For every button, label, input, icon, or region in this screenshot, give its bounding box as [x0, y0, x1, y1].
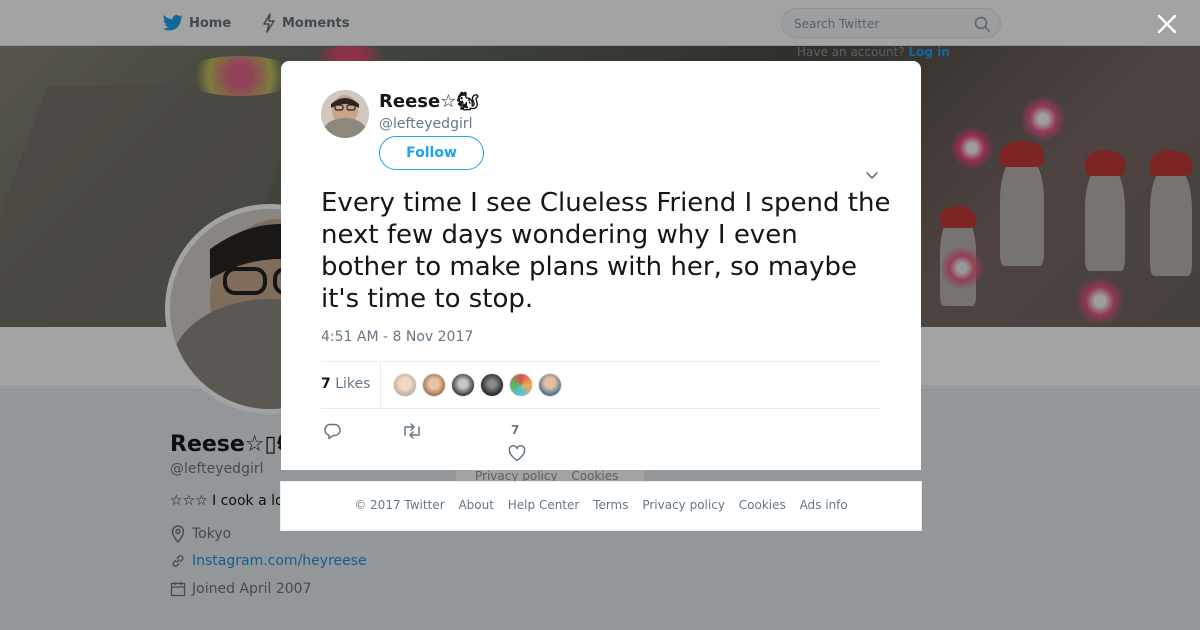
tweet-author-name[interactable]: Reese☆🐿 [379, 91, 479, 112]
tweet-stats: 7 Likes [321, 361, 881, 409]
tweet-actions: 7 [321, 419, 881, 467]
liker-avatar[interactable] [538, 373, 562, 397]
likes-number: 7 [321, 376, 331, 392]
footer-link-privacy-policy[interactable]: Privacy policy [642, 498, 725, 512]
reply-icon[interactable] [324, 422, 342, 440]
liker-avatar[interactable] [393, 373, 417, 397]
likers-list [393, 373, 567, 397]
footer-link-cookies[interactable]: Cookies [739, 498, 786, 512]
footer-link-help-center[interactable]: Help Center [508, 498, 580, 512]
tweet-timestamp[interactable]: 4:51 AM - 8 Nov 2017 [321, 329, 473, 345]
tweet-author-handle[interactable]: @lefteyedgirl [379, 116, 473, 132]
close-icon[interactable] [1156, 13, 1178, 35]
tweet-text: Every time I see Clueless Friend I spend… [321, 188, 891, 314]
modal-footer: © 2017 Twitter About Help Center Terms P… [280, 481, 922, 531]
footer-link-about[interactable]: About [458, 498, 493, 512]
stats-divider [380, 362, 381, 408]
follow-button[interactable]: Follow [379, 136, 484, 170]
retweet-icon[interactable] [401, 422, 423, 440]
footer-link-ads-info[interactable]: Ads info [800, 498, 848, 512]
liker-avatar[interactable] [509, 373, 533, 397]
footer-copyright: © 2017 Twitter [354, 498, 445, 512]
likes-count[interactable]: 7 Likes [321, 376, 370, 392]
liker-avatar[interactable] [422, 373, 446, 397]
liker-avatar[interactable] [480, 373, 504, 397]
tweet-author-avatar-image [321, 90, 369, 138]
footer-link-terms[interactable]: Terms [593, 498, 628, 512]
likes-word: Likes [335, 376, 371, 392]
heart-icon[interactable] [508, 445, 526, 462]
tweet-modal: Reese☆🐿 @lefteyedgirl Follow Every time … [281, 61, 921, 470]
tweet-author-avatar[interactable] [321, 90, 369, 138]
chevron-down-icon[interactable] [865, 171, 879, 181]
like-action-count: 7 [511, 423, 520, 437]
liker-avatar[interactable] [451, 373, 475, 397]
